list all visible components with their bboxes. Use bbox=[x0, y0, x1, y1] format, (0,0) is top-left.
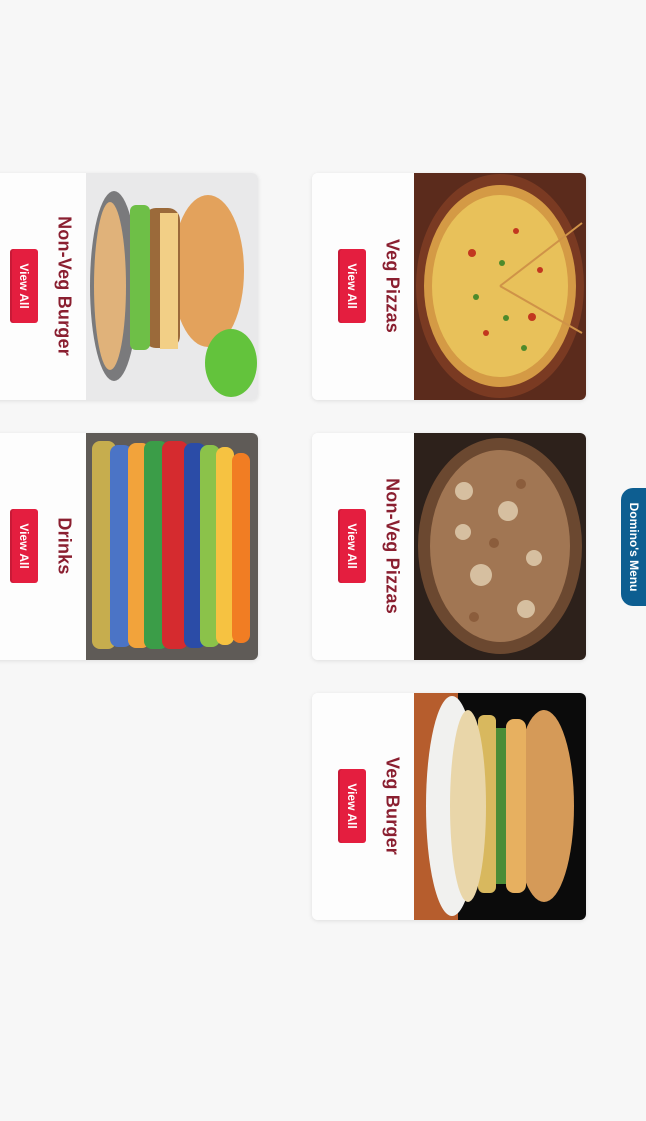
category-card-veg-burger[interactable]: Veg Burger View All bbox=[312, 693, 586, 920]
card-text-panel: Non-Veg Pizzas View All bbox=[312, 433, 414, 660]
view-all-button[interactable]: View All bbox=[338, 509, 366, 583]
card-text-panel: Non-Veg Burger View All bbox=[0, 173, 86, 400]
non-veg-pizza-graphic bbox=[414, 433, 586, 660]
drinks-graphic bbox=[86, 433, 258, 660]
card-text-panel: Veg Pizzas View All bbox=[312, 173, 414, 400]
card-text-panel: Drinks View All bbox=[0, 433, 86, 660]
view-all-button[interactable]: View All bbox=[10, 249, 38, 323]
dominos-menu-tab[interactable]: Domino's Menu bbox=[621, 488, 646, 606]
veg-pizza-graphic bbox=[414, 173, 586, 400]
veg-pizza-image bbox=[414, 173, 586, 400]
category-title: Drinks bbox=[54, 517, 75, 575]
non-veg-burger-image bbox=[86, 173, 258, 400]
category-card-veg-pizzas[interactable]: Veg Pizzas View All bbox=[312, 173, 586, 400]
view-all-button[interactable]: View All bbox=[338, 769, 366, 843]
drinks-image bbox=[86, 433, 258, 660]
category-card-non-veg-burger[interactable]: Non-Veg Burger View All bbox=[0, 173, 258, 400]
category-title: Veg Burger bbox=[382, 756, 403, 856]
view-all-button[interactable]: View All bbox=[10, 509, 38, 583]
veg-burger-image bbox=[414, 693, 586, 920]
category-title: Non-Veg Pizzas bbox=[382, 478, 403, 614]
category-title: Veg Pizzas bbox=[382, 238, 403, 334]
view-all-button[interactable]: View All bbox=[338, 249, 366, 323]
category-title: Non-Veg Burger bbox=[54, 216, 75, 356]
card-text-panel: Veg Burger View All bbox=[312, 693, 414, 920]
category-card-non-veg-pizzas[interactable]: Non-Veg Pizzas View All bbox=[312, 433, 586, 660]
menu-page: Veg Pizzas View All Non-Veg Pizzas View … bbox=[0, 0, 646, 1121]
category-card-drinks[interactable]: Drinks View All bbox=[0, 433, 258, 660]
non-veg-burger-graphic bbox=[86, 173, 258, 400]
non-veg-pizza-image bbox=[414, 433, 586, 660]
menu-tab-label: Domino's Menu bbox=[627, 502, 641, 592]
veg-burger-graphic bbox=[414, 693, 586, 920]
